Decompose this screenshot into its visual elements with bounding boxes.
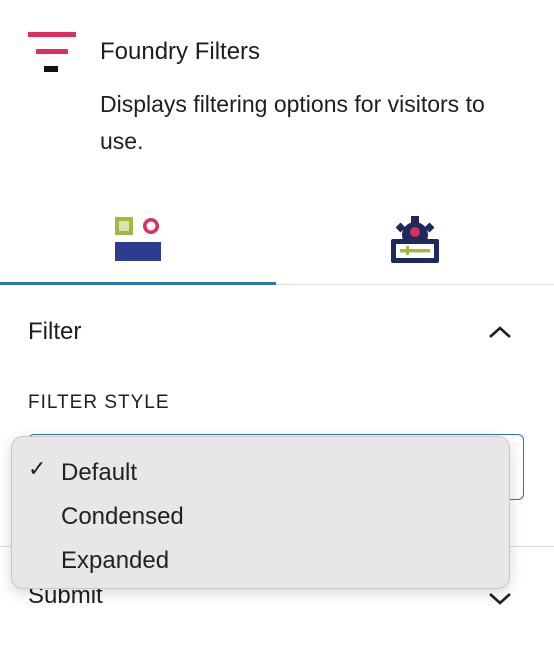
- checkmark-icon: ✓: [28, 456, 47, 481]
- block-header: Foundry Filters Displays filtering optio…: [0, 0, 554, 170]
- chevron-up-icon[interactable]: [486, 322, 514, 342]
- filter-style-dropdown: ✓ Default Condensed Expanded: [11, 436, 510, 589]
- filter-style-label: FILTER STYLE: [28, 392, 170, 413]
- block-title: Foundry Filters: [100, 38, 261, 65]
- filter-panel-title[interactable]: Filter: [28, 318, 81, 346]
- filter-icon: [28, 32, 76, 72]
- option-label: Condensed: [61, 503, 184, 530]
- chevron-down-icon[interactable]: [486, 588, 514, 608]
- tab-styles[interactable]: [0, 196, 276, 284]
- active-tab-indicator: [0, 282, 276, 285]
- option-condensed[interactable]: Condensed: [12, 493, 509, 537]
- settings-gear-icon: [391, 216, 439, 263]
- styles-icon: [115, 217, 161, 261]
- option-expanded[interactable]: Expanded: [12, 537, 509, 581]
- option-label: Default: [61, 459, 138, 486]
- block-description: Displays filtering options for visitors …: [100, 91, 485, 154]
- inspector-tabs: [0, 196, 554, 285]
- option-default[interactable]: ✓ Default: [12, 449, 509, 493]
- option-label: Expanded: [61, 547, 170, 574]
- tab-settings[interactable]: [277, 196, 553, 284]
